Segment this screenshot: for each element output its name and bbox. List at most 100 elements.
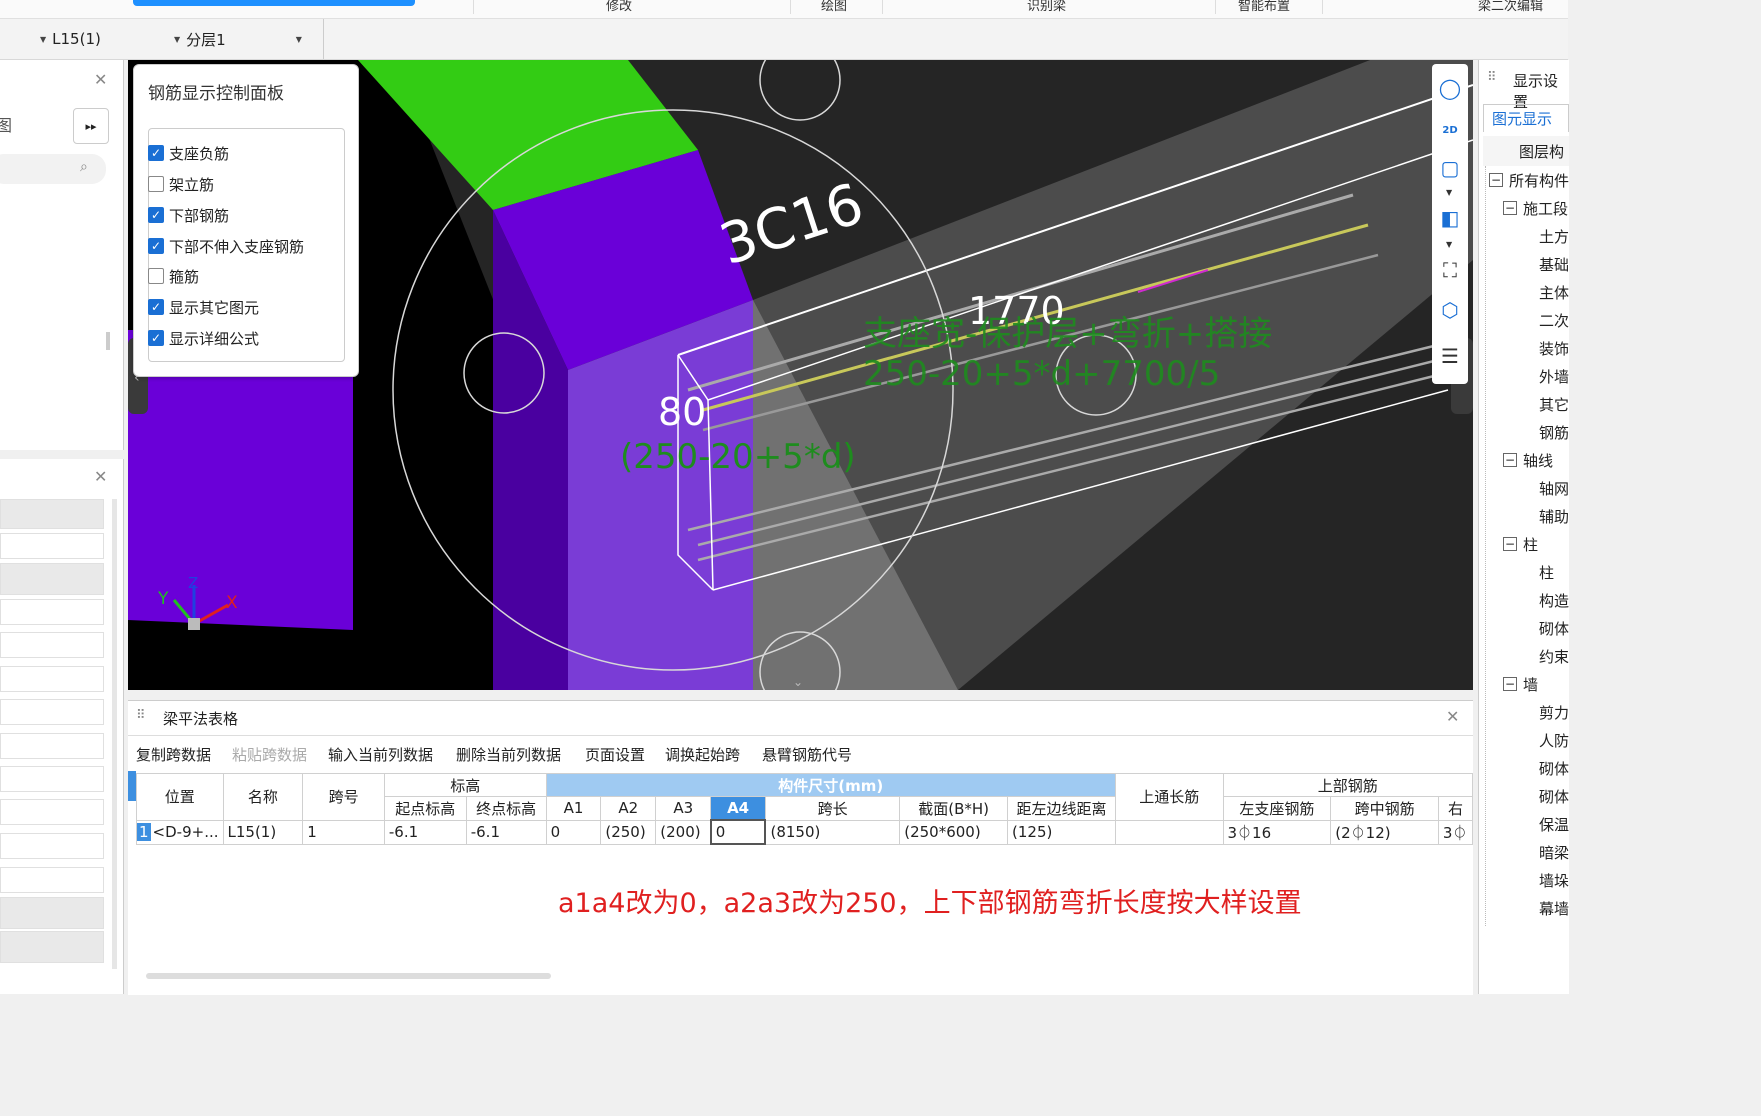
horizontal-scrollbar[interactable]: [146, 973, 551, 979]
checkbox-checked-icon[interactable]: ✓: [148, 330, 164, 346]
ribbon-smart-place[interactable]: 智能布置: [1238, 0, 1290, 14]
panel-icon[interactable]: 图: [0, 112, 12, 136]
page-setup-button[interactable]: 页面设置: [585, 744, 645, 765]
component-select[interactable]: ▼ L15(1): [40, 27, 101, 51]
cell-position[interactable]: 1 <D-9+...: [136, 819, 224, 845]
dropdown-arrow-icon[interactable]: ▼: [1446, 188, 1452, 197]
col-elev-start[interactable]: 起点标高: [383, 796, 467, 821]
checkbox-checked-icon[interactable]: ✓: [148, 238, 164, 254]
col-left-support[interactable]: 左支座钢筋: [1222, 796, 1332, 821]
tree-item[interactable]: 砌体: [1479, 754, 1629, 782]
tree-item[interactable]: 轴网: [1479, 474, 1629, 502]
checkbox-checked-icon[interactable]: ✓: [148, 145, 164, 161]
list-item[interactable]: [0, 632, 104, 658]
cell-edge-distance[interactable]: (125): [1007, 819, 1116, 845]
ribbon-modify[interactable]: 修改: [606, 0, 632, 14]
dropdown-arrow-icon[interactable]: ▼: [1446, 240, 1452, 249]
col-section[interactable]: 截面(B*H): [899, 796, 1008, 821]
list-item[interactable]: [0, 666, 104, 692]
list-item[interactable]: [0, 931, 104, 963]
tree-item[interactable]: 约束: [1479, 642, 1629, 670]
tree-item[interactable]: 人防: [1479, 726, 1629, 754]
tree-item[interactable]: 主体: [1479, 278, 1629, 306]
tree-item[interactable]: − 所有构件: [1479, 166, 1579, 194]
tree-item[interactable]: 砌体: [1479, 782, 1629, 810]
tree-item[interactable]: 砌体: [1479, 614, 1629, 642]
checkbox-checked-icon[interactable]: ✓: [148, 299, 164, 315]
list-item[interactable]: [0, 599, 104, 625]
drag-handle-icon[interactable]: ⠿: [1487, 70, 1497, 85]
delete-column-button[interactable]: 删除当前列数据: [456, 744, 561, 765]
tree-item[interactable]: 柱: [1479, 558, 1629, 586]
cell-top-through[interactable]: [1114, 819, 1224, 845]
list-item[interactable]: [0, 833, 104, 859]
cell-elev-start[interactable]: -6.1: [383, 819, 467, 845]
checkbox-unchecked-icon[interactable]: [148, 176, 164, 192]
box-select-icon[interactable]: ⬡: [1436, 296, 1464, 324]
cell-a1[interactable]: 0: [545, 819, 602, 845]
col-size[interactable]: 构件尺寸(mm): [545, 773, 1116, 797]
cell-elev-end[interactable]: -6.1: [465, 819, 547, 845]
tree-item[interactable]: − 轴线: [1479, 446, 1593, 474]
option-stirrup[interactable]: 箍筋: [148, 265, 199, 287]
fullscreen-icon[interactable]: ⛶: [1436, 256, 1464, 284]
col-span-length[interactable]: 跨长: [764, 796, 901, 821]
active-ribbon-tab-indicator[interactable]: [133, 0, 415, 6]
option-bottom-not-into-support[interactable]: ✓ 下部不伸入支座钢筋: [148, 235, 304, 257]
list-item[interactable]: [0, 699, 104, 725]
copy-span-button[interactable]: 复制跨数据: [136, 744, 211, 765]
tree-item[interactable]: 构造: [1479, 586, 1629, 614]
tree-item[interactable]: 钢筋: [1479, 418, 1629, 446]
layer-select[interactable]: ▼ 分层1 ▼: [174, 27, 308, 51]
col-a3[interactable]: A3: [655, 796, 712, 821]
cell-section[interactable]: (250*600): [899, 819, 1008, 845]
col-name[interactable]: 名称: [222, 773, 304, 821]
checkbox-unchecked-icon[interactable]: [148, 268, 164, 284]
cell-span[interactable]: 1: [302, 819, 385, 845]
orbit-icon[interactable]: ◯: [1436, 74, 1464, 102]
tree-item[interactable]: 辅助: [1479, 502, 1629, 530]
list-item[interactable]: [0, 867, 104, 893]
tree-item[interactable]: − 柱: [1479, 530, 1593, 558]
list-item[interactable]: [0, 766, 104, 792]
input-column-button[interactable]: 输入当前列数据: [328, 744, 433, 765]
col-a1[interactable]: A1: [545, 796, 602, 821]
list-item[interactable]: [0, 499, 104, 529]
search-input[interactable]: ⌕: [0, 154, 106, 184]
2d-view-icon[interactable]: 2D: [1436, 116, 1464, 144]
tree-item[interactable]: 装饰: [1479, 334, 1629, 362]
close-icon[interactable]: ✕: [94, 70, 107, 89]
col-top-rebar[interactable]: 上部钢筋: [1222, 773, 1474, 797]
tree-item[interactable]: 土方: [1479, 222, 1629, 250]
cell-name[interactable]: L15(1): [222, 819, 304, 845]
properties-icon[interactable]: ☰: [1436, 342, 1464, 370]
cell-a3[interactable]: (200): [655, 819, 712, 845]
paste-span-button[interactable]: 粘贴跨数据: [232, 744, 307, 765]
cell-a2[interactable]: (250): [600, 819, 657, 845]
tree-item[interactable]: 二次: [1479, 306, 1629, 334]
list-item[interactable]: [0, 533, 104, 559]
tree-item[interactable]: − 施工段: [1479, 194, 1593, 222]
cell-span-length[interactable]: (8150): [764, 819, 901, 845]
tree-item[interactable]: 保温: [1479, 810, 1629, 838]
col-elevation[interactable]: 标高: [383, 773, 547, 797]
expand-button[interactable]: ▸▸: [73, 108, 109, 144]
option-show-detailed-formula[interactable]: ✓ 显示详细公式: [148, 327, 259, 349]
option-erection-rebar[interactable]: 架立筋: [148, 173, 214, 195]
col-a2[interactable]: A2: [600, 796, 657, 821]
close-icon[interactable]: ✕: [94, 467, 107, 486]
col-mid-span[interactable]: 跨中钢筋: [1330, 796, 1439, 821]
ribbon-identify-beam[interactable]: 识别梁: [1027, 0, 1066, 14]
tree-item[interactable]: 幕墙: [1479, 894, 1629, 922]
tree-item[interactable]: 剪力: [1479, 698, 1629, 726]
option-bottom-rebar[interactable]: ✓ 下部钢筋: [148, 204, 229, 226]
list-item[interactable]: [0, 897, 104, 929]
cube-solid-icon[interactable]: ◧: [1436, 204, 1464, 232]
col-top-through[interactable]: 上通长筋: [1114, 773, 1224, 821]
swap-start-span-button[interactable]: 调换起始跨: [665, 744, 740, 765]
col-right[interactable]: 右: [1437, 796, 1474, 821]
ribbon-beam-edit[interactable]: 梁二次编辑: [1478, 0, 1543, 14]
scrollbar[interactable]: [112, 499, 117, 969]
cantilever-code-button[interactable]: 悬臂钢筋代号: [762, 744, 852, 765]
drag-handle-icon[interactable]: ⠿: [136, 708, 146, 723]
